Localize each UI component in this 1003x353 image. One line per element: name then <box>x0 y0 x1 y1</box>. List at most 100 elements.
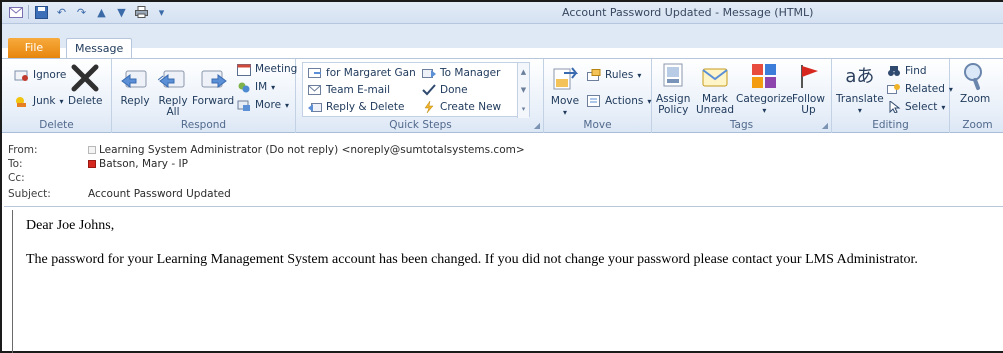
actions-label: Actions <box>605 95 644 107</box>
forward-mail-icon <box>307 66 322 80</box>
move-icon <box>550 63 580 93</box>
mark-unread-icon <box>700 61 730 91</box>
categorize-button[interactable]: Categorize ▾ <box>736 61 793 116</box>
chevron-down-icon: ▾ <box>857 106 862 115</box>
message-window: ↶ ↷ ▲ ▼ ▾ Account Password Updated - Mes… <box>0 0 1003 353</box>
editing-group-label: Editing <box>872 119 909 131</box>
ignore-button[interactable]: Ignore <box>14 67 66 83</box>
junk-button[interactable]: Junk ▾ <box>14 93 64 109</box>
tab-message[interactable]: Message <box>66 38 133 59</box>
chevron-down-icon: ▾ <box>637 70 642 80</box>
message-body[interactable]: Dear Joe Johns, The password for your Le… <box>12 218 1002 353</box>
save-icon[interactable] <box>34 5 49 19</box>
quick-step-label: Create New <box>440 101 502 113</box>
message-header: From: Learning System Administrator (Do … <box>4 134 1003 204</box>
scroll-down-icon[interactable]: ▼ <box>521 86 526 94</box>
quick-step-label: Reply & Delete <box>326 101 405 113</box>
cc-row: Cc: <box>8 172 88 184</box>
move-group-label: Move <box>583 119 612 131</box>
quick-step-team-email[interactable]: Team E-mail <box>307 82 390 98</box>
to-value[interactable]: Batson, Mary - IP <box>99 158 188 170</box>
move-label: Move <box>550 95 580 107</box>
customize-toolbar-icon[interactable]: ▾ <box>154 5 169 19</box>
dialog-launcher-icon[interactable]: ◢ <box>822 121 828 130</box>
select-button[interactable]: Select ▾ <box>886 99 945 115</box>
delete-button[interactable]: Delete <box>68 63 103 107</box>
junk-icon <box>14 94 29 108</box>
quick-steps-group-label: Quick Steps <box>389 119 452 131</box>
cursor-icon <box>886 100 901 114</box>
expand-gallery-icon[interactable]: ▾ <box>522 105 526 113</box>
forward-icon <box>198 63 228 93</box>
chevron-down-icon: ▾ <box>647 96 652 106</box>
ribbon-tab-strip <box>2 24 1003 48</box>
translate-button[interactable]: aあ Translate ▾ <box>836 61 884 116</box>
quick-step-label: for Margaret Gan <box>326 67 416 79</box>
forward-label: Forward <box>192 95 235 107</box>
forward-button[interactable]: Forward <box>192 63 234 107</box>
chevron-down-icon: ▾ <box>285 100 290 110</box>
subject-value: Account Password Updated <box>88 188 231 200</box>
tab-file[interactable]: File <box>8 38 60 58</box>
dialog-launcher-icon[interactable]: ◢ <box>534 121 540 130</box>
redo-icon[interactable]: ↷ <box>74 5 89 19</box>
actions-button[interactable]: Actions ▾ <box>586 93 651 109</box>
binoculars-icon <box>886 64 901 78</box>
from-value[interactable]: Learning System Administrator (Do not re… <box>99 144 525 156</box>
find-label: Find <box>905 65 927 77</box>
rules-button[interactable]: Rules ▾ <box>586 67 641 83</box>
scroll-up-icon[interactable]: ▲ <box>521 68 526 76</box>
ignore-label: Ignore <box>33 69 67 81</box>
find-button[interactable]: Find <box>886 63 927 79</box>
quick-step-label: Team E-mail <box>326 84 391 96</box>
assign-policy-icon <box>658 61 688 91</box>
quick-steps-scrollbar[interactable]: ▲ ▼ ▾ <box>517 63 529 118</box>
to-label: To: <box>8 158 23 170</box>
presence-status-icon <box>88 160 96 168</box>
quick-step-create-new[interactable]: Create New <box>421 99 501 115</box>
toolbar-divider <box>28 5 29 19</box>
calendar-icon <box>236 62 251 76</box>
meeting-button[interactable]: Meeting <box>236 61 297 77</box>
move-button[interactable]: Move ▾ <box>550 63 580 118</box>
move-group: Move ▾ Rules ▾ Actions ▾ Move <box>544 59 652 133</box>
body-greeting: Dear Joe Johns, <box>26 218 115 233</box>
assign-policy-button[interactable]: Assign Policy <box>656 61 690 116</box>
reply-all-button[interactable]: Reply All <box>158 63 188 118</box>
assign-policy-label-2: Policy <box>658 104 689 116</box>
im-button[interactable]: IM ▾ <box>236 79 275 95</box>
mark-unread-button[interactable]: Mark Unread <box>696 61 734 116</box>
more-respond-icon <box>236 98 251 112</box>
chevron-down-icon: ▾ <box>271 82 276 92</box>
flag-icon <box>793 61 823 91</box>
mail-icon[interactable] <box>8 5 23 19</box>
previous-item-icon[interactable]: ▲ <box>94 5 109 19</box>
follow-up-button[interactable]: Follow Up <box>792 61 825 116</box>
delete-label: Delete <box>68 95 103 107</box>
zoom-button[interactable]: Zoom <box>960 61 990 105</box>
subject-label: Subject: <box>8 188 51 200</box>
title-bar: ↶ ↷ ▲ ▼ ▾ Account Password Updated - Mes… <box>2 2 1003 24</box>
junk-label: Junk <box>33 95 56 107</box>
follow-up-label-2: Up <box>801 104 816 116</box>
to-row: To: Batson, Mary - IP <box>8 158 188 170</box>
team-email-icon <box>307 83 322 97</box>
print-icon[interactable] <box>134 5 149 19</box>
more-button[interactable]: More ▾ <box>236 97 289 113</box>
undo-icon[interactable]: ↶ <box>54 5 69 19</box>
quick-step-to-manager[interactable]: To Manager <box>421 65 500 81</box>
header-divider <box>4 206 1003 207</box>
next-item-icon[interactable]: ▼ <box>114 5 129 19</box>
from-label: From: <box>8 144 38 156</box>
quick-step-for-margaret-gan[interactable]: for Margaret Gan <box>307 65 416 81</box>
quick-step-label: To Manager <box>440 67 501 79</box>
editing-group: aあ Translate ▾ Find Related ▾ Select ▾ E… <box>832 59 953 133</box>
contact-status-icon <box>88 146 96 154</box>
delete-group-label: Delete <box>39 119 74 131</box>
quick-step-done[interactable]: Done <box>421 82 468 98</box>
related-button[interactable]: Related ▾ <box>886 81 953 97</box>
select-label: Select <box>905 101 938 113</box>
translate-icon: aあ <box>845 65 875 87</box>
quick-step-reply-delete[interactable]: Reply & Delete <box>307 99 404 115</box>
reply-button[interactable]: Reply <box>120 63 150 107</box>
